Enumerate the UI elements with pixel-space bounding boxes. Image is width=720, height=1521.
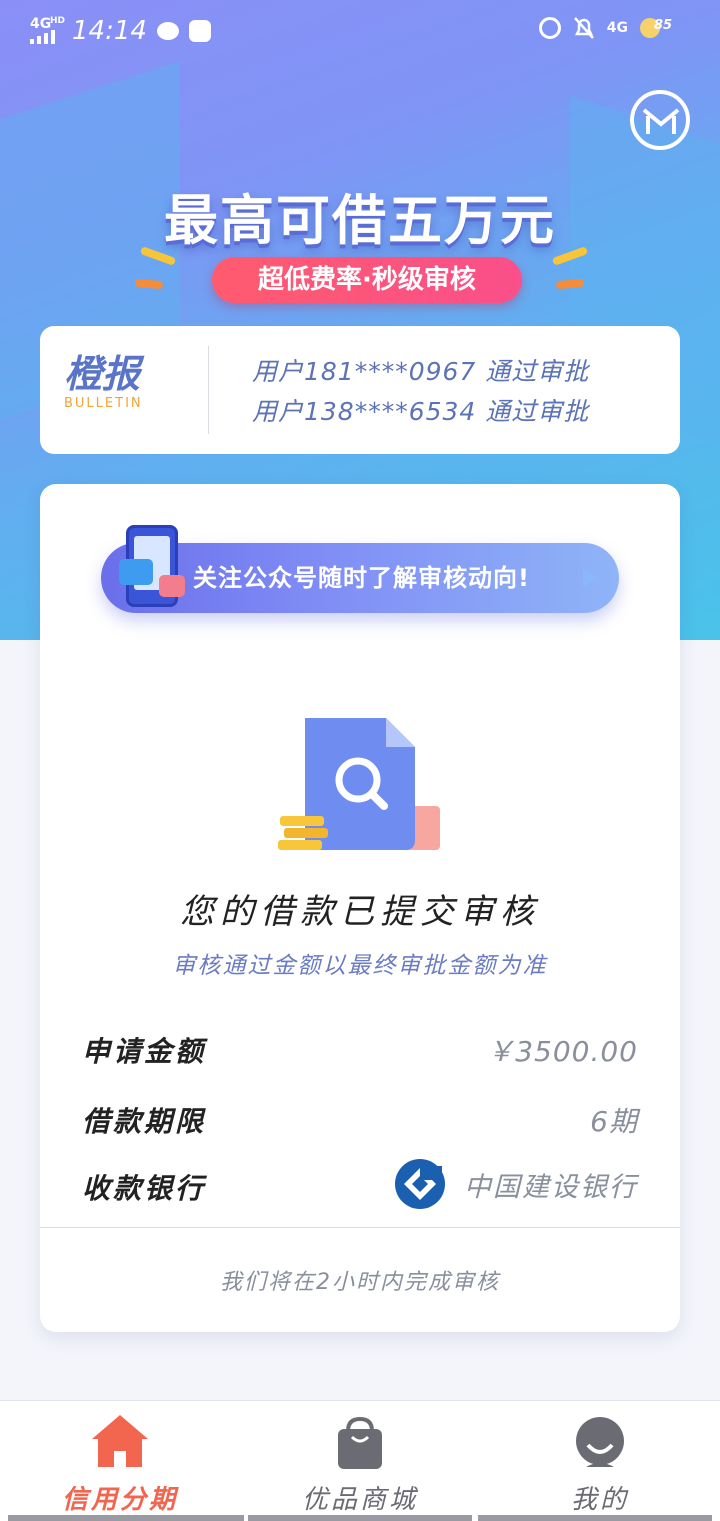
detail-value: ￥3500.00 [486,1035,638,1068]
tagline-pill: 超低费率·秒级审核 [212,257,522,303]
message-icon [156,22,179,40]
detail-label: 申请金额 [82,1035,207,1068]
tab-mine[interactable]: 我的 [480,1401,720,1521]
home-indicator [478,1515,712,1521]
mail-icon [188,20,211,42]
detail-value: 6期 [590,1105,638,1138]
play-arrow-icon [583,569,597,587]
banner-text: 关注公众号随时了解审核动向! [193,564,530,592]
network-indicator-right: 4G [606,20,628,36]
home-icon [92,1415,148,1467]
battery-icon: 85 [640,16,676,40]
tab-label: 优品商城 [301,1485,418,1515]
network-indicator: 4G HD [30,16,65,44]
brand-logo-icon[interactable] [630,90,690,150]
tab-label: 我的 [570,1485,629,1515]
detail-row-amount: 申请金额 ￥3500.00 [82,1022,638,1072]
status-bar: 4G HD 14:14 4G 85 [0,0,720,62]
bulletin-line: 用户181****0967 通过审批 [252,357,590,386]
home-indicator [248,1515,472,1521]
chat-bubble-icon [119,559,153,585]
hero-headline: 最高可借五万元 [164,189,556,252]
detail-row-bank: 收款银行 中国建设银行 [82,1159,638,1209]
chat-bubble-icon [159,575,185,597]
detail-row-term: 借款期限 6期 [82,1092,638,1142]
home-indicator [8,1515,244,1521]
tab-mall[interactable]: 优品商城 [240,1401,480,1521]
card-divider [40,1227,680,1228]
tab-credit-installment[interactable]: 信用分期 [0,1401,240,1521]
silent-bell-icon [573,17,594,39]
document-search-icon [278,718,440,850]
bulletin-logo: 橙报 BULLETIN [64,352,143,411]
tab-label: 信用分期 [61,1485,178,1515]
bottom-tab-bar: 信用分期 优品商城 我的 [0,1400,720,1521]
bulletin-card: 橙报 BULLETIN [40,326,680,454]
signal-icon [30,30,55,44]
status-title: 您的借款已提交审核 [180,892,540,932]
review-time-note: 我们将在2小时内完成审核 [220,1270,500,1295]
status-subtitle: 审核通过金额以最终审批金额为准 [172,953,548,979]
clock: 14:14 [72,16,147,46]
detail-label: 收款银行 [82,1172,207,1205]
application-card: 关注公众号随时了解审核动向! 您的借款已提交审核 审核通过金额以最终审批金额为准… [40,484,680,1332]
bank-name: 中国建设银行 [464,1171,638,1203]
shopping-bag-icon [338,1416,382,1469]
bulletin-line: 用户138****6534 通过审批 [252,397,590,426]
follow-account-banner[interactable]: 关注公众号随时了解审核动向! [101,525,619,613]
user-icon [576,1417,624,1467]
bulletin-divider [208,346,209,434]
detail-label: 借款期限 [82,1105,207,1138]
bank-logo-icon [395,1159,445,1209]
alarm-icon [538,17,561,39]
